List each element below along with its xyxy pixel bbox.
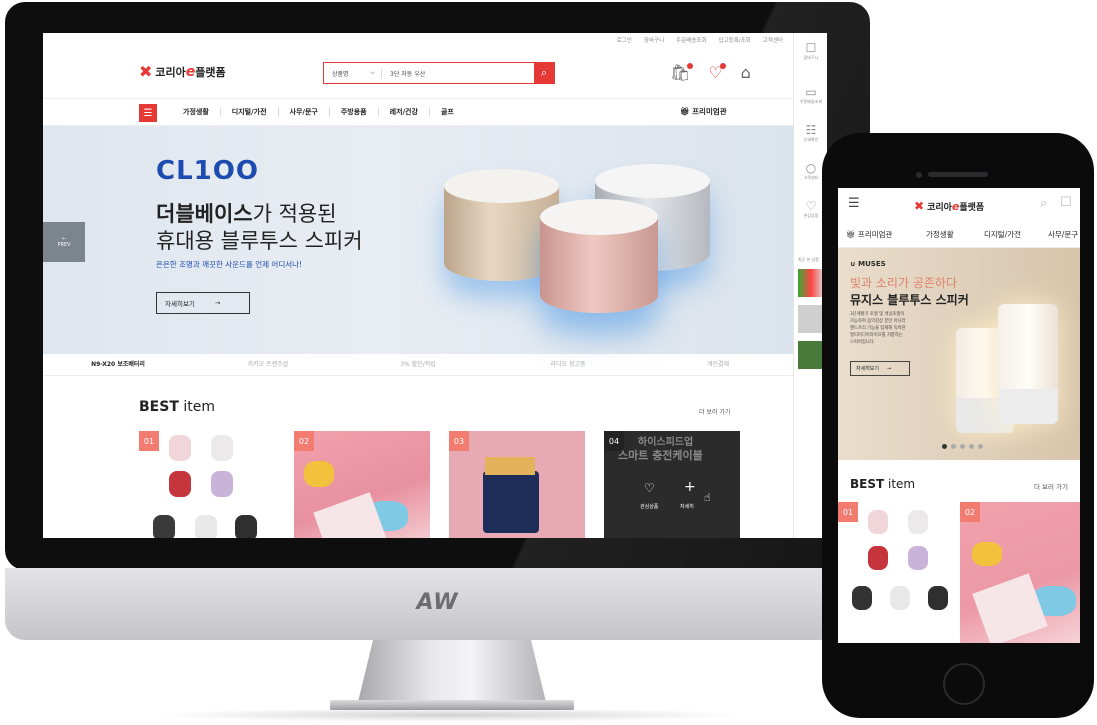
arrow-right-icon: →	[887, 365, 892, 372]
gift-icon: 🎁︎	[680, 107, 690, 116]
hero-tab-battery[interactable]: N9-X20 보조배터리	[43, 354, 193, 375]
mobile-category-tabs: 🎁︎ 프리미엄관 가정생활 디지털/가전 사무/문구	[838, 222, 1080, 248]
mobile-hero-banner: ∪ MUSES 빛과 소리가 공존하다 뮤지스 블루투스 스피커 3단계밝기 조…	[838, 248, 1080, 460]
hero-more-button[interactable]: 자세히보기 →	[156, 292, 250, 314]
mobile-screen: ☰ ✖ 코리아e플랫폼 ⌕ ☐ 🎁︎ 프리미엄관 가정생활 디지털/가전 사무/…	[838, 188, 1080, 643]
mobile-best-title: BEST item	[850, 477, 916, 491]
monitor-logo: AW	[416, 590, 459, 615]
tab-premium[interactable]: 🎁︎ 프리미엄관	[846, 229, 892, 240]
bag-icon[interactable]: ☐	[1060, 195, 1072, 210]
login-link[interactable]: 로그인	[617, 36, 632, 44]
hero-tab-payment[interactable]: 개인결제	[643, 354, 793, 375]
recent-product-thumb[interactable]	[798, 269, 824, 297]
recent-product-thumb[interactable]	[798, 305, 824, 333]
nav-item-golf[interactable]: 골프	[428, 107, 465, 117]
search-icon[interactable]: ⌕	[1040, 196, 1047, 211]
hero-tab-discount[interactable]: 3% 할인/적립	[343, 354, 493, 375]
cart-icon[interactable]: 🛍︎	[670, 63, 694, 82]
mobile-best-more-link[interactable]: 더 보러 가기	[1034, 481, 1068, 491]
cart-link[interactable]: 장바구니	[644, 36, 664, 44]
arrow-right-icon: →	[214, 299, 221, 307]
pagination-dot[interactable]	[978, 444, 983, 449]
cursor-icon: ☝︎	[704, 491, 711, 504]
utility-links: 로그인 장바구니 주문배송조회 입고등록/조회 고객센터	[617, 36, 783, 44]
nav-item-home[interactable]: 가정생활	[183, 107, 220, 117]
mockup-stage: AW 로그인 장바구니 주문배송조회 입고등록/조회 고객센터 ✖ 코리아e플랫…	[0, 0, 1097, 725]
hero-banner: CL1OO 더블베이스가 적용된 휴대용 블루투스 스피커 은은한 조명과 깨끗…	[43, 126, 793, 354]
user-icon[interactable]: ⌂	[741, 63, 751, 82]
hero-prev-button[interactable]: ← PREV	[43, 222, 85, 262]
stock-link[interactable]: 입고등록/조회	[719, 36, 751, 44]
pagination-dot[interactable]	[960, 444, 965, 449]
mobile-logo[interactable]: ✖ 코리아e플랫폼	[914, 199, 984, 213]
pagination-dot[interactable]	[942, 444, 947, 449]
site-logo[interactable]: ✖ 코리아e플랫폼	[139, 62, 226, 81]
gift-icon: 🎁︎	[846, 230, 856, 239]
search-icon: ⌕	[540, 66, 548, 79]
bag-icon: ☐	[805, 41, 817, 55]
recent-product-thumb[interactable]	[798, 341, 824, 369]
support-link[interactable]: 고객센터	[763, 36, 783, 44]
nav-item-leisure[interactable]: 레저/건강	[377, 107, 429, 117]
logo-mark-icon: ✖	[914, 199, 925, 213]
chevron-down-icon: ⌵	[370, 68, 375, 76]
product-card[interactable]: 02	[960, 502, 1080, 643]
product-card[interactable]: 02	[294, 431, 430, 538]
hero-tabs: N9-X20 보조배터리 카카오 프렌즈샵 3% 할인/적립 라디오 광고중 개…	[43, 354, 793, 376]
product-card[interactable]: 01	[139, 431, 275, 538]
mobile-phone: ☰ ✖ 코리아e플랫폼 ⌕ ☐ 🎁︎ 프리미엄관 가정생활 디지털/가전 사무/…	[822, 133, 1094, 718]
monitor-chin: AW	[5, 568, 870, 640]
nav-item-digital[interactable]: 디지털/가전	[219, 107, 278, 117]
heart-icon[interactable]: ♡	[708, 63, 727, 82]
best-more-link[interactable]: 더 보러 가기	[699, 407, 730, 416]
menu-icon[interactable]: ☰	[139, 104, 157, 122]
hero-tab-kakao[interactable]: 카카오 프렌즈샵	[193, 354, 343, 375]
menu-icon[interactable]: ☰	[848, 196, 860, 211]
pagination-dot[interactable]	[969, 444, 974, 449]
tab-office[interactable]: 사무/문구	[1048, 229, 1078, 240]
document-icon: ☷	[805, 123, 817, 137]
hero-pagination	[942, 444, 983, 449]
hero-title: 더블베이스가 적용된	[156, 202, 337, 226]
hero-subtitle: 은은한 조명과 깨끗한 사운드를 언제 어디서나!	[156, 260, 303, 269]
product-card[interactable]: 01	[838, 502, 958, 643]
hero-brand: CL1OO	[156, 156, 259, 186]
side-orders[interactable]: ▭ 주문배송조회	[794, 85, 828, 105]
tab-home[interactable]: 가정생활	[926, 229, 954, 240]
product-card[interactable]: 03	[449, 431, 585, 538]
main-nav: ☰ 가정생활 디지털/가전 사무/문구 주방용품 레저/건강 골프 🎁︎ 프리미…	[43, 98, 793, 126]
side-print[interactable]: ☷ 인쇄확인	[794, 123, 828, 143]
heart-icon[interactable]: ♡	[644, 481, 655, 495]
premium-link[interactable]: 🎁︎ 프리미엄관	[680, 106, 727, 117]
product-card[interactable]: 04 하이스피드업 스마트 충전케이블 ♡ + 관심상품 자세히 ☝︎	[604, 431, 740, 538]
pagination-dot[interactable]	[951, 444, 956, 449]
search-input[interactable]: 3단 자동 우산	[382, 69, 534, 78]
mobile-header: ☰ ✖ 코리아e플랫폼 ⌕ ☐	[838, 188, 1080, 222]
nav-item-kitchen[interactable]: 주방용품	[328, 107, 378, 117]
hero-more-button[interactable]: 자세히보기 →	[850, 361, 910, 376]
hero-description: 3단계밝기 조절 및 색상조절이 가능하며 음악감상 분만 아니라 핸드프리 기…	[850, 312, 906, 345]
hero-brand: ∪ MUSES	[850, 260, 886, 268]
plus-icon[interactable]: +	[684, 479, 696, 495]
desktop-screen: 로그인 장바구니 주문배송조회 입고등록/조회 고객센터 ✖ 코리아e플랫폼 상…	[43, 33, 793, 538]
hero-title-line2: 휴대용 블루투스 스피커	[156, 229, 363, 253]
search-button[interactable]: ⌕	[534, 63, 554, 83]
side-cart[interactable]: ☐ 장바구니	[794, 41, 828, 61]
truck-icon: ▭	[805, 85, 817, 99]
header-icons: 🛍︎ ♡ ⌂	[670, 63, 751, 82]
home-button	[943, 663, 985, 705]
monitor-stand	[358, 640, 546, 702]
hero-tab-radio[interactable]: 라디오 광고중	[493, 354, 643, 375]
search-bar: 상품명 ⌵ 3단 자동 우산 ⌕	[323, 62, 555, 84]
search-category-select[interactable]: 상품명 ⌵	[324, 68, 382, 78]
nav-item-office[interactable]: 사무/문구	[277, 107, 329, 117]
logo-mark-icon: ✖	[139, 62, 152, 81]
best-title: BEST item	[139, 399, 215, 415]
tab-digital[interactable]: 디지털/가전	[984, 229, 1021, 240]
order-tracking-link[interactable]: 주문배송조회	[676, 36, 706, 44]
